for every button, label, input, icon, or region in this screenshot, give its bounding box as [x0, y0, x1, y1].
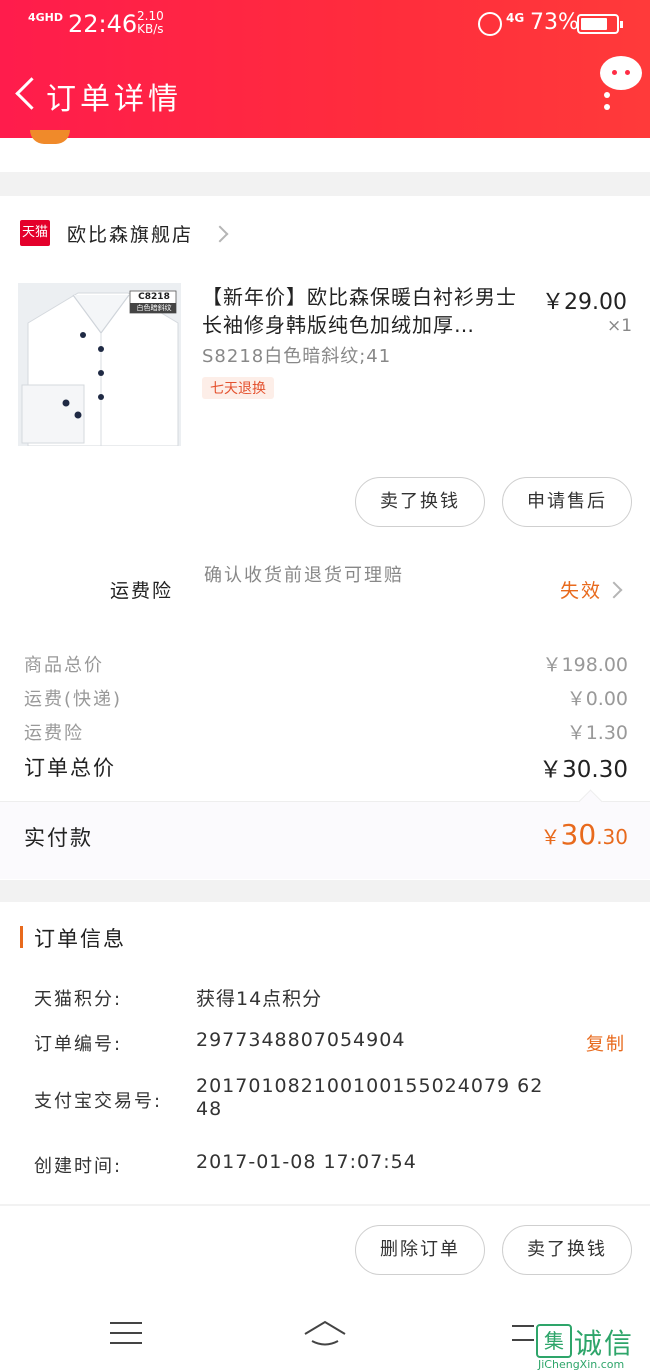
shipping-fee-value: ￥0.00 — [566, 688, 628, 710]
alipay-trade-key: 支付宝交易号: — [34, 1091, 163, 1112]
delete-order-button[interactable]: 删除订单 — [355, 1225, 485, 1275]
paid-decimal: .30 — [596, 825, 628, 849]
shop-name[interactable]: 欧比森旗舰店 — [67, 220, 193, 247]
order-number-key: 订单编号: — [34, 1034, 123, 1055]
alarm-icon — [478, 12, 502, 36]
network-speed: 2.10 KB/s — [137, 10, 164, 36]
home-icon[interactable] — [302, 1318, 348, 1348]
more-dot — [604, 104, 610, 110]
shipping-insurance-description: 确认收货前退货可理赔 — [204, 565, 404, 586]
chat-bubble-icon — [600, 56, 642, 90]
product-image[interactable]: C8218 白色暗斜纹 — [18, 283, 181, 446]
status-bar: 4GHD 22:46 2.10 KB/s 4G 73% — [0, 0, 650, 50]
order-number-value: 2977348807054904 — [196, 1029, 406, 1051]
product-price: ￥29.00 — [542, 290, 627, 315]
logistics-icon — [30, 130, 70, 144]
apply-after-sale-button[interactable]: 申请售后 — [502, 477, 632, 527]
watermark-logo: 集 诚信 JiChengXin.com — [512, 1318, 650, 1372]
section-accent-bar — [20, 926, 23, 948]
shipping-insurance-status[interactable]: 失效 — [560, 576, 602, 603]
watermark-domain: JiChengXin.com — [538, 1358, 625, 1371]
image-label-code: C8218 — [138, 292, 170, 302]
goods-total-label: 商品总价 — [24, 655, 104, 676]
alipay-trade-value-line1: 201701082100100155024079 62 — [196, 1075, 544, 1097]
sell-for-cash-bottom-button[interactable]: 卖了换钱 — [502, 1225, 632, 1275]
battery-icon — [577, 14, 623, 34]
order-total-label: 订单总价 — [24, 756, 116, 780]
sell-for-cash-button[interactable]: 卖了换钱 — [355, 477, 485, 527]
points-key: 天猫积分: — [34, 989, 123, 1010]
status-time: 22:46 — [68, 10, 138, 38]
signal-indicator: 4GHD — [28, 11, 64, 24]
more-menu-icon[interactable] — [598, 56, 642, 112]
app-header: 4GHD 22:46 2.10 KB/s 4G 73% 订单详情 — [0, 0, 650, 138]
paid-amount-label: 实付款 — [24, 826, 93, 850]
product-quantity: ×1 — [607, 316, 633, 336]
battery-percent: 73% — [530, 10, 579, 35]
shipping-fee-label: 运费(快递) — [24, 689, 123, 710]
product-title[interactable]: 【新年价】欧比森保暖白衬衫男士长袖修身韩版纯色加绒加厚… — [202, 283, 537, 339]
copy-order-number-button[interactable]: 复制 — [586, 1030, 626, 1056]
back-icon[interactable] — [12, 76, 44, 112]
network-speed-unit: KB/s — [137, 22, 164, 36]
paid-currency: ￥ — [540, 825, 561, 849]
menu-icon[interactable] — [110, 1320, 142, 1346]
return-policy-tag: 七天退换 — [202, 377, 274, 399]
alipay-trade-value-line2: 48 — [196, 1098, 223, 1120]
tmall-logo-icon: 天猫 — [20, 220, 50, 246]
watermark-mark: 集 — [536, 1324, 572, 1358]
points-value: 获得14点积分 — [196, 988, 323, 1010]
paid-amount-value: ￥30.30 — [541, 818, 628, 851]
network-type: 4G — [506, 11, 525, 25]
more-dot — [604, 92, 610, 98]
created-time-key: 创建时间: — [34, 1156, 123, 1177]
paid-integer: 30 — [560, 818, 597, 851]
goods-total-value: ￥198.00 — [542, 654, 628, 676]
watermark-text: 诚信 — [574, 1327, 635, 1360]
shipping-insurance-label: 运费险 — [110, 580, 174, 602]
page-title: 订单详情 — [46, 82, 182, 117]
order-info-title: 订单信息 — [34, 927, 126, 951]
created-time-value: 2017-01-08 17:07:54 — [196, 1151, 417, 1173]
insurance-fee-label: 运费险 — [24, 723, 84, 744]
logistics-strip[interactable] — [0, 130, 650, 172]
product-sku: S8218白色暗斜纹;41 — [202, 346, 392, 367]
image-label-desc: 白色暗斜纹 — [136, 304, 172, 312]
insurance-fee-value: ￥1.30 — [566, 722, 628, 744]
order-total-value: ￥30.30 — [539, 757, 628, 783]
